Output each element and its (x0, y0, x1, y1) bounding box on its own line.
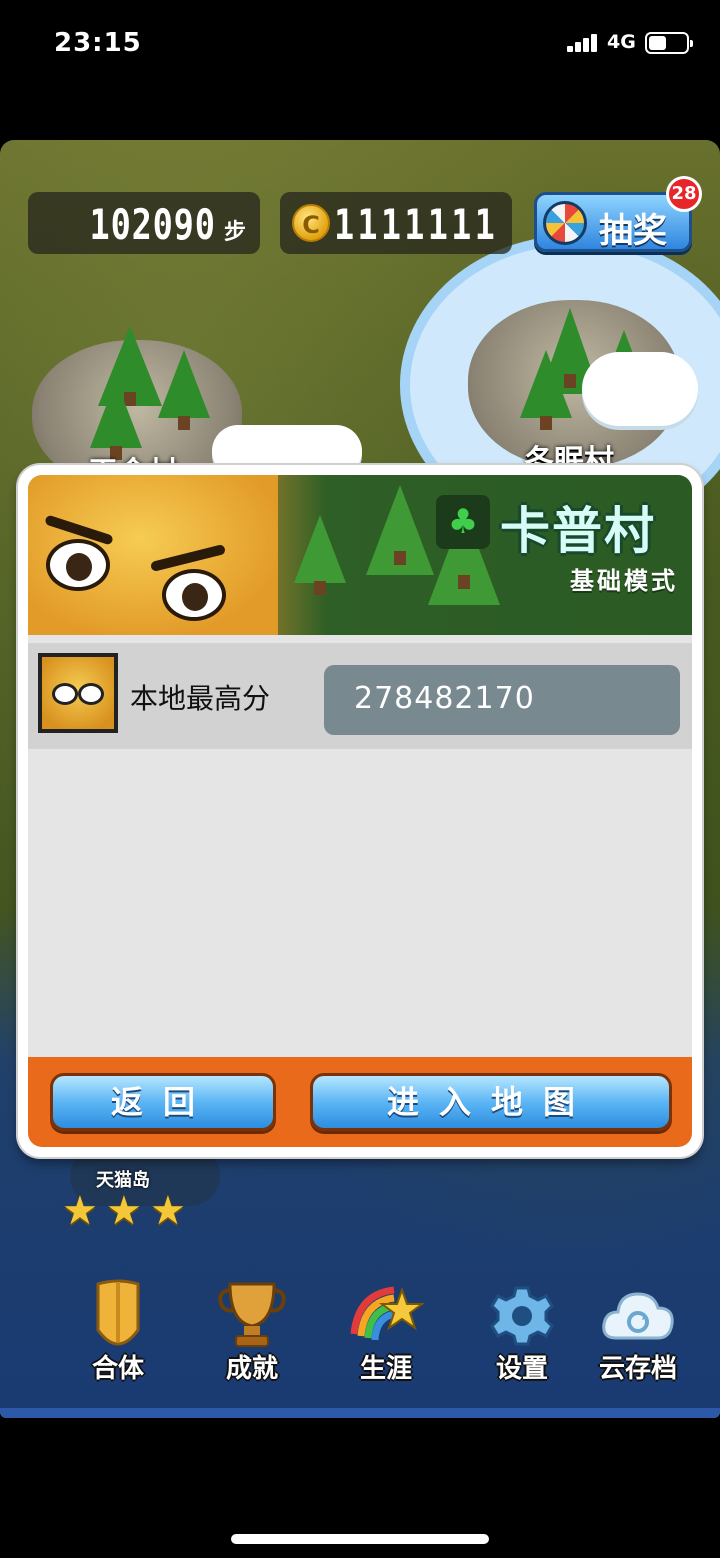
nav-cloud-save[interactable]: 云存档 (578, 1270, 698, 1390)
score-label: 本地最高分 (130, 682, 271, 715)
steps-value: 102090 (89, 200, 216, 249)
lottery-label: 抽奖 (599, 211, 667, 251)
nav-combine[interactable]: 合体 (58, 1270, 178, 1390)
battery-icon (645, 32, 693, 54)
dialog-footer: 返回 进入地图 (28, 1057, 692, 1147)
lottery-count-badge: 28 (666, 176, 702, 212)
enter-map-button[interactable]: 进入地图 (310, 1073, 672, 1131)
star-icon: ★ (106, 1188, 142, 1234)
steps-counter: 102090 步 (28, 192, 260, 254)
rainbow-star-icon (350, 1286, 424, 1341)
score-value-box: 278482170 (324, 665, 680, 735)
local-high-score-row: 本地最高分 278482170 (28, 643, 692, 749)
coin-icon: C (292, 204, 330, 242)
nav-label: 云存档 (598, 1354, 677, 1384)
nav-career[interactable]: 生涯 (326, 1270, 446, 1390)
nav-label: 合体 (91, 1354, 144, 1384)
nav-settings[interactable]: 设置 (462, 1270, 582, 1390)
nav-achievements[interactable]: 成就 (192, 1270, 312, 1390)
cat-mascot (28, 475, 278, 635)
back-button[interactable]: 返回 (50, 1073, 276, 1131)
coins-counter: C 1111111 (280, 192, 512, 254)
star-icon: ★ (62, 1188, 98, 1234)
network-label: 4G (607, 31, 636, 53)
village-dialog: ♣ 卡普村 基础模式 本地最高分 278482170 返回 进入地图 (18, 465, 702, 1157)
home-indicator[interactable] (231, 1534, 489, 1544)
nav-label: 成就 (225, 1354, 278, 1384)
nav-label: 生涯 (359, 1354, 412, 1384)
cloud-sync-icon (602, 1292, 674, 1340)
cloud (582, 352, 698, 426)
village-title: 卡普村 (500, 502, 656, 560)
avatar (38, 653, 118, 733)
coins-value: 1111111 (333, 200, 498, 249)
gear-icon (490, 1286, 554, 1346)
bell-tail-icon (96, 1279, 140, 1346)
clover-icon: ♣ (436, 495, 490, 549)
star-icon: ★ (150, 1188, 186, 1234)
score-value: 278482170 (354, 681, 535, 716)
trophy-icon (218, 1282, 286, 1347)
nav-bar-edge (0, 1408, 720, 1418)
steps-unit: 步 (223, 220, 246, 245)
status-time: 23:15 (54, 28, 142, 58)
signal-icon (567, 34, 601, 52)
nav-label: 设置 (495, 1354, 548, 1384)
status-bar: 23:15 4G (0, 0, 720, 90)
island-stars: ★ ★ ★ (62, 1190, 196, 1232)
prize-wheel-icon (543, 201, 587, 245)
village-banner: ♣ 卡普村 基础模式 (28, 475, 692, 635)
mode-label: 基础模式 (570, 567, 678, 595)
dialog-body: ♣ 卡普村 基础模式 本地最高分 278482170 返回 进入地图 (28, 475, 692, 1147)
